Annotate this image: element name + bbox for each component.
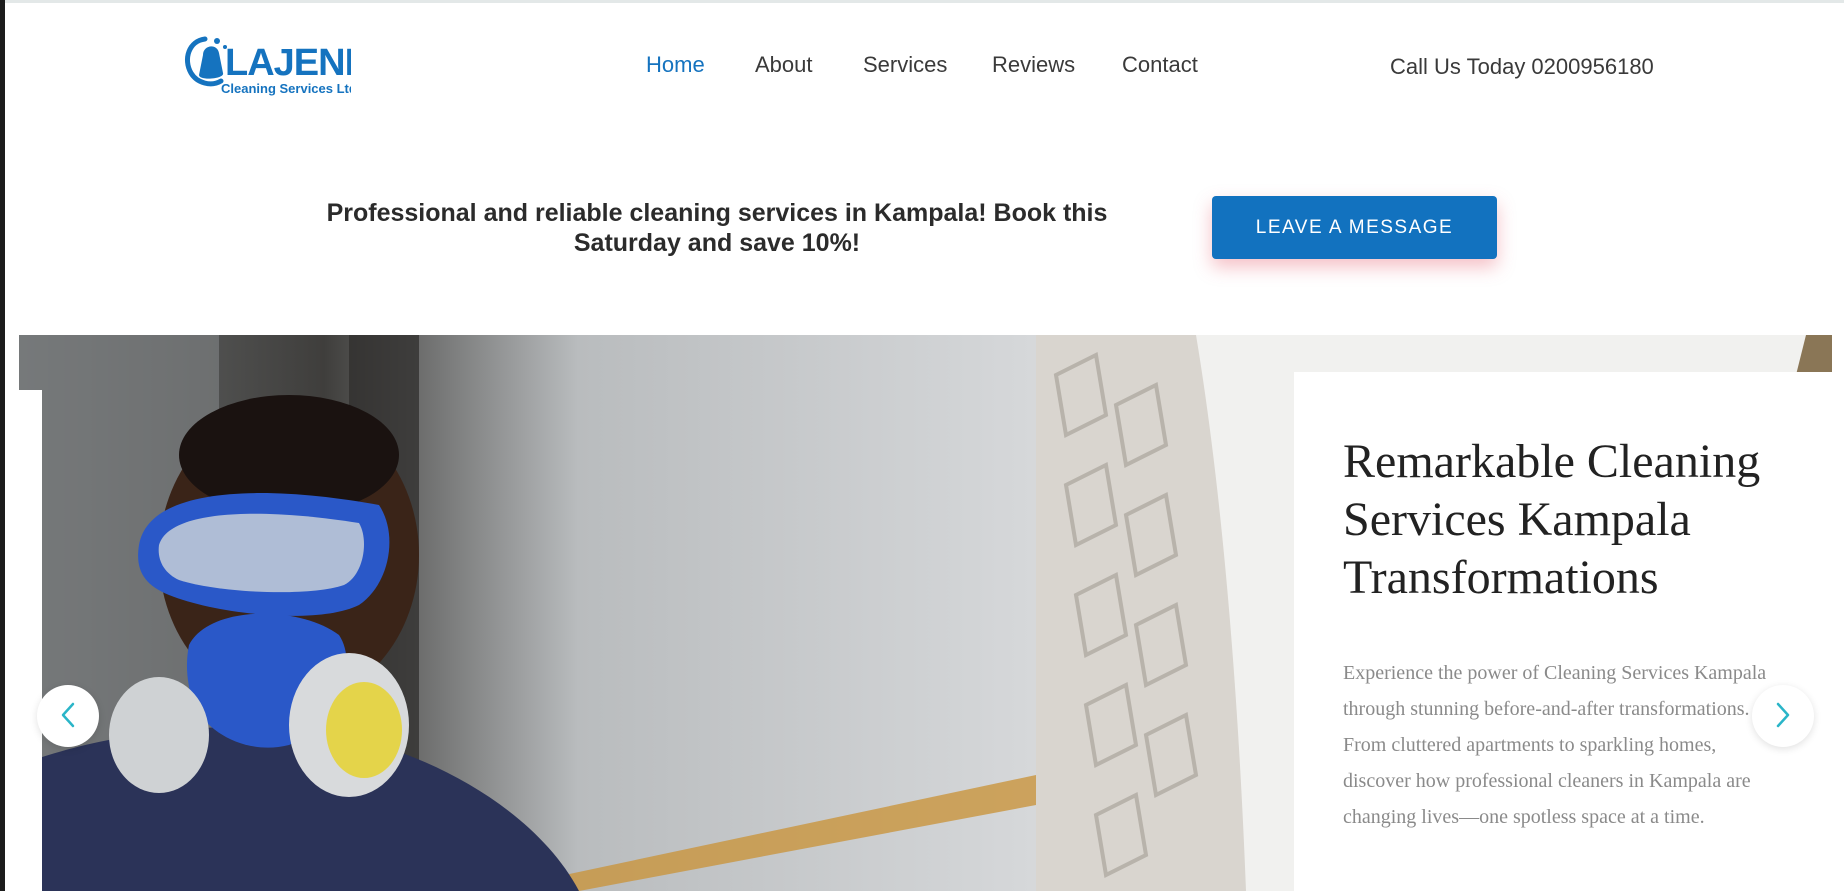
page: LAJENI Cleaning Services Ltd Home About …: [0, 0, 1844, 891]
nav-services[interactable]: Services: [863, 52, 947, 78]
slider-next-button[interactable]: [1752, 685, 1814, 747]
hero-title: Remarkable Cleaning Services Kampala Tra…: [1343, 435, 1761, 604]
slider-prev-button[interactable]: [37, 685, 99, 747]
chevron-left-icon: [58, 701, 78, 732]
nav-about[interactable]: About: [755, 52, 813, 78]
leave-message-button[interactable]: LEAVE A MESSAGE: [1212, 196, 1497, 259]
nav-reviews[interactable]: Reviews: [992, 52, 1075, 78]
nav-contact[interactable]: Contact: [1122, 52, 1198, 78]
logo-mark-bell: [199, 46, 224, 79]
window-edge: [0, 0, 5, 891]
logo-wordmark: LAJENI: [225, 42, 351, 84]
hero-description: Experience the power of Cleaning Service…: [1343, 662, 1767, 828]
hero-photo-worker: [19, 335, 1036, 891]
logo-tagline: Cleaning Services Ltd: [221, 81, 351, 96]
hero-text-card: Remarkable Cleaning Services Kampala Tra…: [1294, 372, 1844, 891]
promo-banner-text: Professional and reliable cleaning servi…: [326, 199, 1108, 257]
call-us-phone[interactable]: Call Us Today 0200956180: [1390, 54, 1654, 80]
chevron-right-icon: [1773, 701, 1793, 732]
slide-edge-strip: [19, 390, 42, 891]
top-divider: [0, 0, 1844, 3]
nav-home[interactable]: Home: [646, 52, 705, 78]
brand-logo[interactable]: LAJENI Cleaning Services Ltd: [181, 33, 351, 99]
